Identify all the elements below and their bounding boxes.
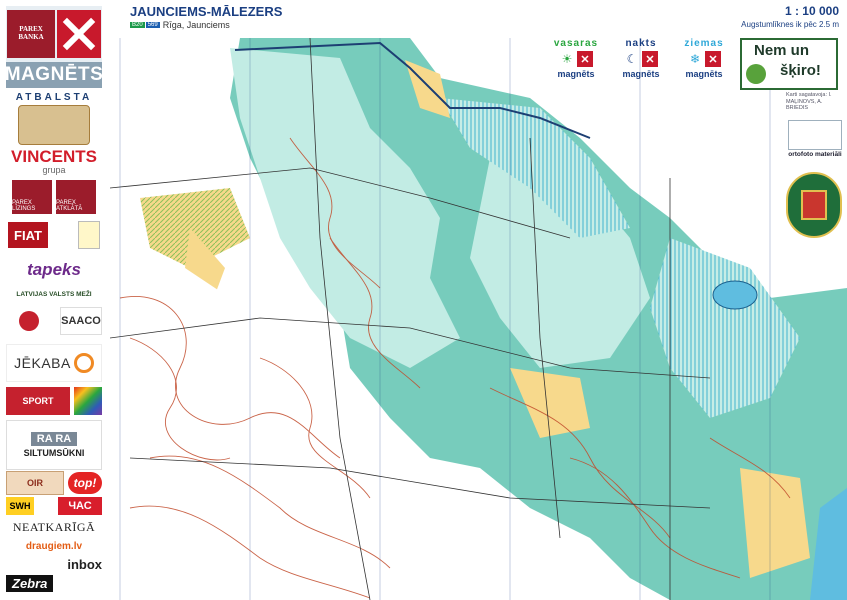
map-location: Rīga, Jaunciems [162, 20, 230, 30]
sponsor-lvm[interactable]: LATVIJAS VALSTS MEŽI [6, 288, 102, 300]
sponsor-sport[interactable]: SPORT [6, 386, 102, 416]
zebra-logo: Zebra [6, 574, 54, 592]
sun-icon: ☀ [561, 52, 573, 66]
magnets-x-icon: ✕ [577, 51, 593, 67]
open-land-yellow-3 [740, 468, 810, 578]
recycle-icon [746, 64, 766, 84]
rara-text: SILTUMSŪKNI [23, 448, 85, 458]
nem-un-skiro-logo[interactable]: Nem un šķiro! [740, 38, 838, 90]
oir-logo: OIR [6, 471, 64, 495]
vasaras-magnets-logo[interactable]: vasaras ☀ ✕ magnēts [550, 38, 602, 80]
sponsor-oir-top[interactable]: OIR top! [6, 470, 102, 496]
series-brand: magnēts [685, 69, 723, 79]
rara-logo: RA RA [30, 432, 78, 446]
vincents-label: VINCENTS [11, 146, 97, 166]
fiat-logo: FIAT [8, 222, 48, 248]
map-canvas [110, 38, 847, 600]
map-tag-green: B20 [130, 22, 145, 28]
nakts-magnets-logo[interactable]: nakts ☾ ✕ magnēts [615, 38, 667, 80]
tapeks-label: tapeks [27, 260, 81, 279]
top-logo: top! [68, 472, 102, 494]
series-brand: magnēts [622, 69, 660, 79]
orienteering-map[interactable]: vasaras ☀ ✕ magnēts nakts ☾ ✕ magnēts zi… [110, 38, 847, 600]
chas-logo: ЧАС [58, 497, 102, 515]
sport-logo: SPORT [6, 387, 70, 415]
ortofoto-inset [788, 120, 842, 150]
jekaba-label: JĒKABA [14, 355, 71, 371]
coat-of-arms-icon [801, 190, 827, 220]
map-tag-blue: 569 [145, 22, 160, 28]
sponsor-rara[interactable]: RA RA SILTUMSŪKNI [6, 420, 102, 470]
saaco-logo: SAACO [60, 307, 102, 335]
sponsor-swh-chas[interactable]: SWH ЧАС [6, 496, 102, 516]
atbalsta-label: ATBALSTA [15, 91, 93, 103]
map-title: JAUNCIEMS-MĀLEZERS [130, 4, 283, 19]
riga-crest-icon [18, 105, 90, 145]
sponsor-draugiem[interactable]: draugiem.lv [6, 538, 102, 554]
sponsor-jekaba[interactable]: JĒKABA [6, 344, 102, 382]
vincents-sub-label: grupa [42, 164, 66, 175]
series-name-nakts: nakts [625, 38, 657, 49]
sponsor-vincents[interactable]: VINCENTS grupa [6, 146, 102, 176]
map-scale: 1 : 10 000 [784, 4, 839, 18]
riga-district-badge[interactable] [786, 172, 842, 238]
rigas-skolas-icon [6, 303, 52, 339]
parex-lizings-logo: PAREX LĪZINGS [12, 180, 52, 214]
kadets-icon [78, 221, 100, 249]
series-brand: magnēts [557, 69, 595, 79]
sponsor-zebra[interactable]: Zebra [6, 572, 102, 594]
moon-icon: ☾ [626, 52, 638, 66]
magnets-x-icon [57, 10, 101, 58]
magnets-x-icon: ✕ [705, 51, 721, 67]
sponsor-magnets[interactable]: MAGNĒTS [5, 62, 103, 88]
map-contour-interval: Augstumlīknes ik pēc 2.5 m [741, 20, 839, 29]
jekaba-ring-icon [73, 353, 94, 373]
magnets-x-icon: ✕ [642, 51, 658, 67]
sponsor-fiat[interactable]: FIAT [6, 218, 102, 252]
sponsor-saaco[interactable]: SAACO [6, 302, 102, 340]
sponsor-neatkariga[interactable]: NEATKARĪGĀ [6, 518, 102, 536]
parex-banka-logo: PAREX BANKA [7, 10, 55, 58]
map-location-row: B20 569 Rīga, Jaunciems [130, 20, 230, 30]
sponsor-tapeks[interactable]: tapeks [6, 256, 102, 284]
sponsor-sidebar: PAREX BANKA MAGNĒTS ATBALSTA VINCENTS gr… [0, 0, 111, 600]
ziemas-magnets-logo[interactable]: ziemas ❄ ✕ magnēts [678, 38, 730, 80]
sponsor-inbox[interactable]: inbox [6, 556, 102, 572]
parex-atklata-logo: PAREX ATKLĀTĀ [56, 180, 96, 214]
sponsor-parex-banka[interactable]: PAREX BANKA [6, 6, 102, 62]
nem-un-line2: šķiro! [780, 62, 821, 79]
ortofoto-label: ortofoto materiāli [788, 151, 842, 158]
map-credits: Karti sagatavoja: I. MAĻINOVS, A. BRIEDI… [786, 92, 832, 111]
nem-un-line1: Nem un [754, 42, 810, 59]
map-header: JAUNCIEMS-MĀLEZERS B20 569 Rīga, Jauncie… [110, 0, 847, 38]
sponsor-parex-pair[interactable]: PAREX LĪZINGS PAREX ATKLĀTĀ [6, 178, 102, 216]
sponsor-riga-crest[interactable] [6, 104, 102, 146]
series-name-ziemas: ziemas [684, 38, 724, 49]
series-name-vasaras: vasaras [553, 38, 599, 49]
snowflake-icon: ❄ [689, 52, 701, 66]
swh-logo: SWH [6, 497, 34, 515]
lake [712, 280, 758, 310]
rainbow-logo-icon [74, 387, 102, 415]
